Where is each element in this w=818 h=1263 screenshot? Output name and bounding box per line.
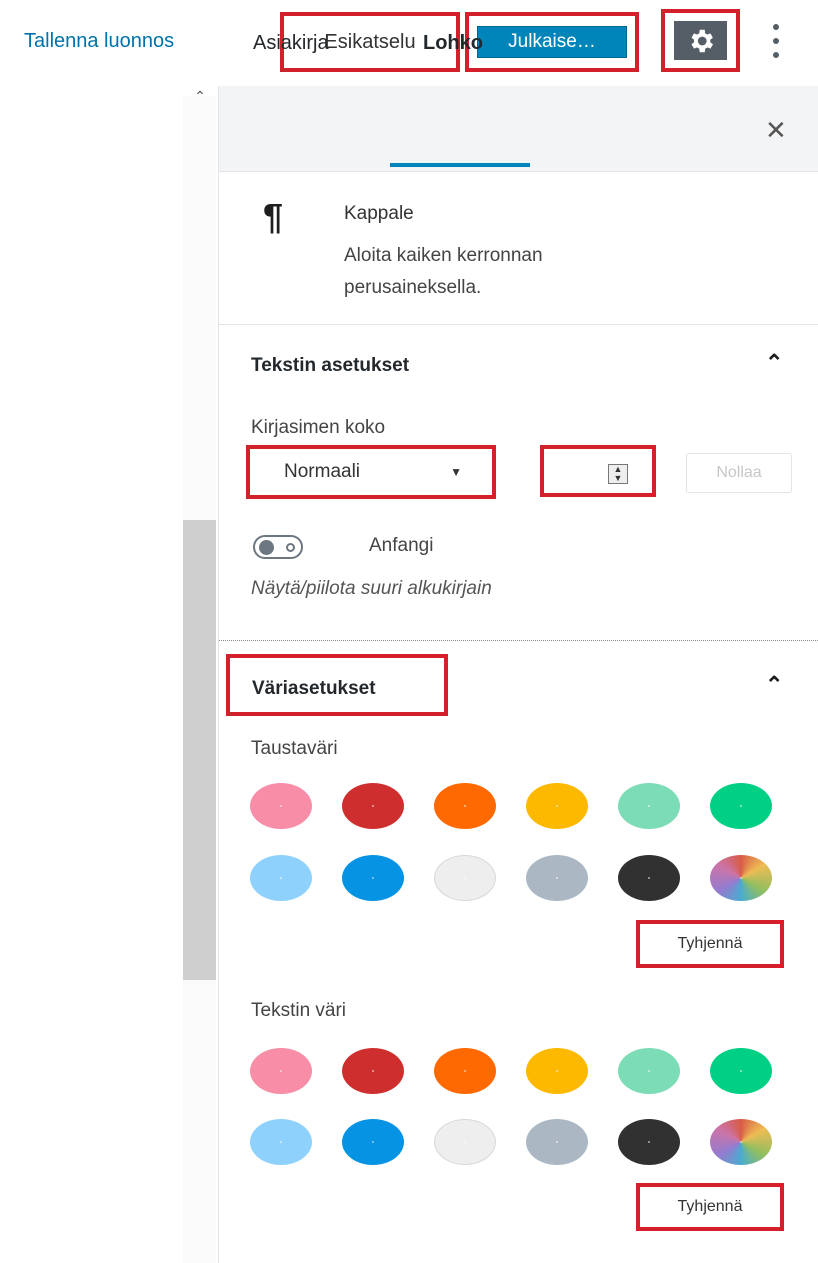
font-size-select[interactable]: Normaali ▼ bbox=[260, 457, 482, 487]
color-swatch-light-green-cyan[interactable] bbox=[618, 1048, 680, 1094]
color-swatch-pale-cyan-blue[interactable] bbox=[250, 1119, 312, 1165]
color-swatch-luminous-vivid-amber[interactable] bbox=[526, 783, 588, 829]
color-swatch-cyan-bluish-gray[interactable] bbox=[526, 855, 588, 901]
color-swatch-vivid-red[interactable] bbox=[342, 1048, 404, 1094]
color-swatch-vivid-red[interactable] bbox=[342, 783, 404, 829]
drop-cap-help: Näytä/piilota suuri alkukirjain bbox=[251, 578, 492, 599]
font-size-label: Kirjasimen koko bbox=[251, 417, 386, 438]
color-swatch-luminous-vivid-amber[interactable] bbox=[526, 1048, 588, 1094]
custom-size-input[interactable] bbox=[550, 461, 604, 483]
save-draft-link[interactable]: Tallenna luonnos bbox=[24, 30, 174, 53]
reset-button[interactable]: Nollaa bbox=[686, 453, 792, 493]
swatch-center-dot bbox=[280, 877, 282, 879]
chevron-up-icon[interactable]: ⌃ bbox=[765, 350, 783, 376]
swatch-center-dot bbox=[372, 877, 374, 879]
swatch-center-dot bbox=[464, 805, 466, 807]
settings-button-highlight bbox=[661, 9, 740, 72]
color-swatch-pale-pink[interactable] bbox=[250, 1048, 312, 1094]
color-swatch-very-dark-gray[interactable] bbox=[618, 855, 680, 901]
swatch-center-dot bbox=[556, 1141, 558, 1143]
swatch-center-dot bbox=[464, 877, 466, 879]
color-swatch-luminous-vivid-orange[interactable] bbox=[434, 783, 496, 829]
swatch-center-dot bbox=[556, 805, 558, 807]
swatch-center-dot bbox=[280, 1070, 282, 1072]
swatch-center-dot bbox=[372, 1070, 374, 1072]
swatch-center-dot bbox=[280, 805, 282, 807]
color-swatch-luminous-vivid-orange[interactable] bbox=[434, 1048, 496, 1094]
swatch-center-dot bbox=[372, 1141, 374, 1143]
color-settings-highlight: Väriasetukset bbox=[226, 654, 448, 716]
color-swatch-custom-color[interactable] bbox=[710, 855, 772, 901]
drop-cap-toggle[interactable] bbox=[253, 535, 303, 559]
more-dot bbox=[773, 24, 779, 30]
active-tab-indicator bbox=[390, 163, 530, 167]
swatch-center-dot bbox=[372, 805, 374, 807]
swatch-center-dot bbox=[556, 877, 558, 879]
publish-button-label: Julkaise… bbox=[508, 31, 596, 52]
chevron-up-icon[interactable]: ⌃ bbox=[765, 672, 783, 698]
block-title: Kappale bbox=[344, 203, 414, 224]
clear-background-button[interactable]: Tyhjennä bbox=[650, 932, 770, 956]
swatch-center-dot bbox=[556, 1070, 558, 1072]
scroll-up-icon[interactable]: ⌃ bbox=[190, 88, 210, 108]
swatch-center-dot bbox=[648, 1070, 650, 1072]
color-swatch-vivid-green-cyan[interactable] bbox=[710, 783, 772, 829]
text-color-label: Tekstin väri bbox=[251, 1000, 347, 1021]
clear-text-color-button[interactable]: Tyhjennä bbox=[650, 1195, 770, 1219]
color-swatch-cyan-bluish-gray[interactable] bbox=[526, 1119, 588, 1165]
number-spinner-icon[interactable]: ▲ ▼ bbox=[608, 464, 628, 484]
more-dot bbox=[773, 52, 779, 58]
tab-block[interactable]: Lohko bbox=[423, 32, 483, 55]
color-swatch-very-light-gray[interactable] bbox=[434, 855, 496, 901]
focus-outline bbox=[219, 640, 818, 641]
color-swatch-vivid-cyan-blue[interactable] bbox=[342, 855, 404, 901]
font-size-select-highlight: Normaali ▼ bbox=[246, 445, 496, 499]
toggle-off-indicator bbox=[286, 543, 295, 552]
custom-size-highlight: ▲ ▼ bbox=[540, 445, 656, 497]
color-swatch-very-dark-gray[interactable] bbox=[618, 1119, 680, 1165]
color-swatch-pale-cyan-blue[interactable] bbox=[250, 855, 312, 901]
dropdown-arrow-icon: ▼ bbox=[450, 465, 462, 479]
swatch-center-dot bbox=[740, 877, 742, 879]
close-icon[interactable]: ✕ bbox=[765, 115, 787, 146]
swatch-center-dot bbox=[740, 1141, 742, 1143]
swatch-center-dot bbox=[648, 805, 650, 807]
color-settings-title[interactable]: Väriasetukset bbox=[252, 678, 376, 700]
clear-text-color-highlight: Tyhjennä bbox=[636, 1183, 784, 1231]
divider bbox=[219, 324, 818, 325]
more-dot bbox=[773, 38, 779, 44]
publish-button[interactable]: Julkaise… bbox=[477, 26, 627, 58]
swatch-center-dot bbox=[280, 1141, 282, 1143]
sidebar-tabs bbox=[219, 86, 818, 172]
drop-cap-label: Anfangi bbox=[369, 535, 434, 556]
swatch-center-dot bbox=[740, 1070, 742, 1072]
swatch-center-dot bbox=[464, 1141, 466, 1143]
swatch-center-dot bbox=[464, 1070, 466, 1072]
color-swatch-custom-color[interactable] bbox=[710, 1119, 772, 1165]
scrollbar-thumb[interactable] bbox=[183, 520, 216, 980]
color-swatch-pale-pink[interactable] bbox=[250, 783, 312, 829]
swatch-center-dot bbox=[648, 1141, 650, 1143]
preview-button-label: Esikatselu bbox=[324, 30, 416, 53]
color-swatch-very-light-gray[interactable] bbox=[434, 1119, 496, 1165]
settings-button[interactable] bbox=[674, 21, 727, 60]
swatch-center-dot bbox=[740, 805, 742, 807]
color-swatch-light-green-cyan[interactable] bbox=[618, 783, 680, 829]
more-options-button[interactable] bbox=[764, 18, 788, 64]
paragraph-icon: ¶ bbox=[263, 196, 284, 237]
toggle-knob bbox=[259, 540, 274, 555]
gear-icon bbox=[691, 29, 713, 52]
color-swatch-vivid-cyan-blue[interactable] bbox=[342, 1119, 404, 1165]
color-swatch-vivid-green-cyan[interactable] bbox=[710, 1048, 772, 1094]
background-color-label: Taustaväri bbox=[251, 738, 338, 759]
swatch-center-dot bbox=[648, 877, 650, 879]
block-description: Aloita kaiken kerronnan perusaineksella. bbox=[344, 245, 543, 298]
font-size-value: Normaali bbox=[284, 461, 361, 482]
publish-button-highlight: Julkaise… bbox=[465, 12, 639, 72]
tab-document[interactable]: Asiakirja bbox=[253, 32, 329, 55]
clear-background-highlight: Tyhjennä bbox=[636, 920, 784, 968]
text-settings-title[interactable]: Tekstin asetukset bbox=[251, 355, 409, 377]
